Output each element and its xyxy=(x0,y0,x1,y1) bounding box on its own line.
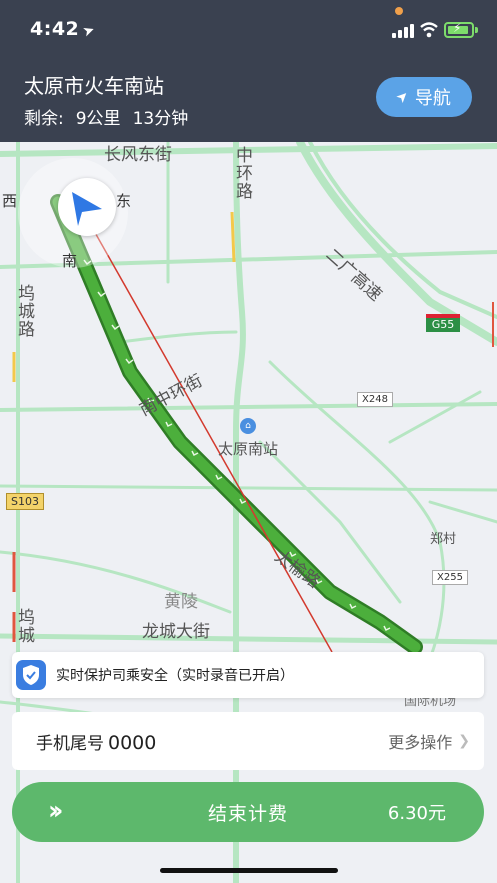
safety-notice[interactable]: 实时保护司乘安全（实时录音已开启） xyxy=(12,652,484,698)
map-compass[interactable]: 西 东 南 xyxy=(2,158,132,270)
trip-header: 4:42 ➤ ⚡ 太原市火车南站 剩余: 9公里 13分钟 ➤ 导航 xyxy=(0,0,497,142)
chevron-right-icon: ❯ xyxy=(458,733,470,749)
compass-west: 西 xyxy=(2,192,18,210)
battery-icon: ⚡ xyxy=(444,21,474,38)
remaining-distance: 9公里 xyxy=(75,109,121,129)
badge-s103: S103 xyxy=(6,493,44,510)
route-map[interactable]: 西 东 南 长风东街 中环路 二广高速 坞城路 南中环街 ⌂ 太原南站 太榆路 … xyxy=(0,142,497,883)
location-arrow-icon: ➤ xyxy=(80,21,98,41)
badge-x255: X255 xyxy=(432,570,468,585)
compass-east: 东 xyxy=(116,192,132,210)
label-huangling: 黄陵 xyxy=(164,592,198,612)
wifi-icon xyxy=(420,22,438,38)
phone-tail-number: 0000 xyxy=(108,731,157,754)
status-bar: 4:42 ➤ ⚡ xyxy=(0,0,497,58)
fare-amount: 6.30元 xyxy=(387,803,446,824)
label-wucheng-road-bottom: 坞城 xyxy=(14,608,34,644)
passenger-phone-card: 手机尾号 0000 更多操作 ❯ xyxy=(12,712,484,770)
label-zhengcun: 郑村 xyxy=(430,532,457,547)
navigate-label: 导航 xyxy=(414,88,451,109)
shield-icon xyxy=(16,660,46,690)
recording-dot-icon xyxy=(395,7,403,15)
station-pin-icon[interactable]: ⌂ xyxy=(240,418,256,434)
battery-tip xyxy=(475,27,478,33)
badge-x248: X248 xyxy=(357,392,393,407)
label-changfeng-east-street: 长风东街 xyxy=(104,145,172,165)
badge-g55: G55 xyxy=(426,314,460,332)
label-longcheng-street: 龙城大街 xyxy=(142,622,210,642)
navigation-arrow-icon: ➤ xyxy=(393,87,413,107)
remaining-label: 剩余: xyxy=(24,109,64,129)
home-indicator[interactable] xyxy=(160,868,338,873)
navigate-button[interactable]: ➤ 导航 xyxy=(376,77,472,117)
label-wucheng-road-top: 坞城路 xyxy=(14,284,34,338)
more-actions-button[interactable]: 更多操作 ❯ xyxy=(388,729,470,753)
label-taiyuan-south-station[interactable]: 太原南站 xyxy=(218,438,278,459)
remaining-duration: 13分钟 xyxy=(132,109,189,129)
safety-text: 实时保护司乘安全（实时录音已开启） xyxy=(56,668,294,684)
phone-tail-info: 手机尾号 0000 xyxy=(36,729,156,754)
compass-south: 南 xyxy=(62,252,78,270)
end-billing-slider[interactable]: ›› 结束计费 6.30元 xyxy=(12,782,484,842)
phone-tail-label: 手机尾号 xyxy=(36,733,104,754)
current-location-icon xyxy=(58,178,116,236)
more-actions-label: 更多操作 xyxy=(388,733,453,752)
status-time: 4:42 ➤ xyxy=(30,18,98,41)
remaining-info: 剩余: 9公里 13分钟 xyxy=(24,104,200,129)
label-zhonghuan-road: 中环路 xyxy=(232,146,252,200)
time-text: 4:42 xyxy=(30,18,80,40)
signal-icon xyxy=(392,24,414,38)
destination-title: 太原市火车南站 xyxy=(24,74,164,98)
